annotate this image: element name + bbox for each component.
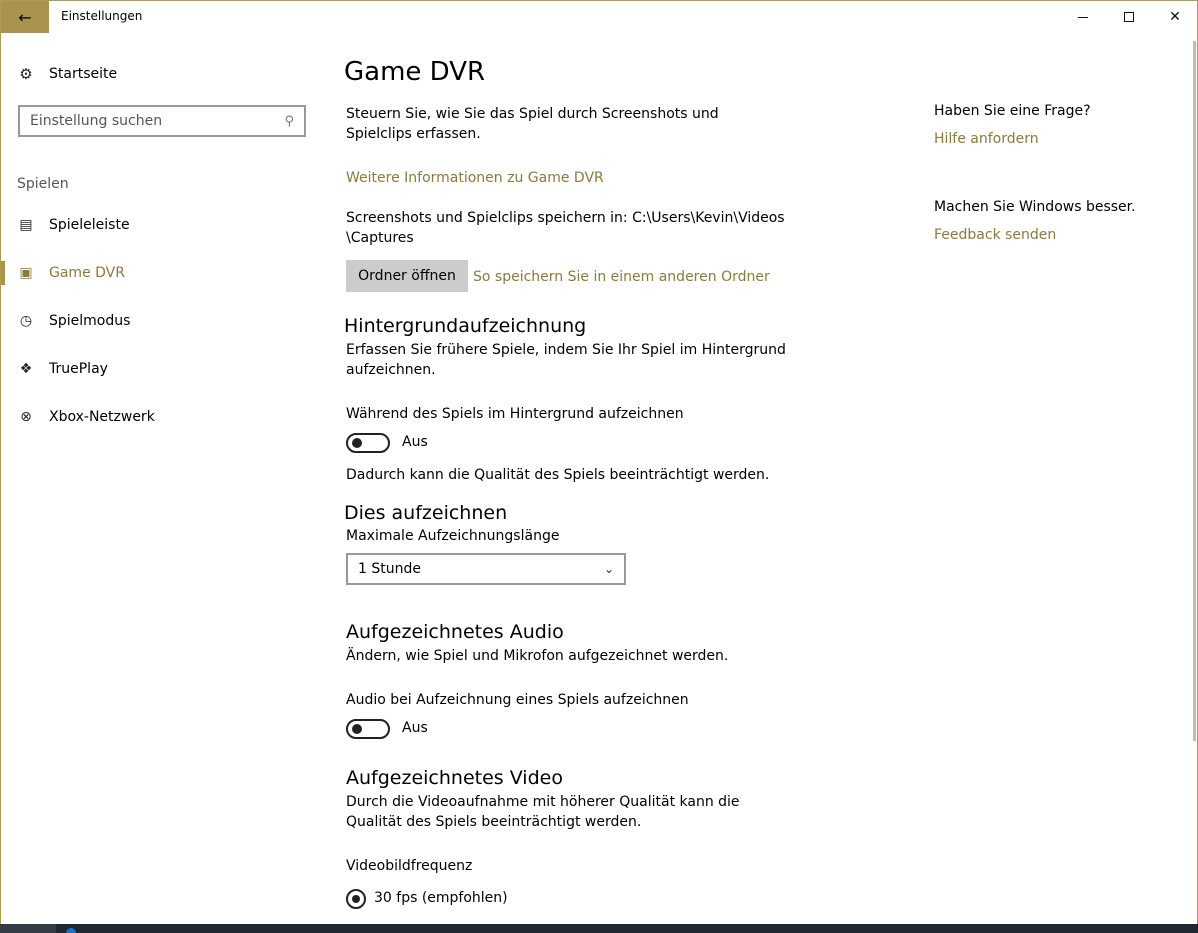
toggle-knob [352, 438, 362, 448]
sidebar-item-spielmodus[interactable]: ◷ Spielmodus [1, 301, 321, 341]
sidebar-item-label: Spieleleiste [49, 217, 130, 233]
search-input[interactable]: Einstellung suchen ⚲ [18, 105, 306, 137]
audio-record-toggle[interactable] [346, 719, 390, 739]
background-note: Dadurch kann die Qualität des Spiels bee… [346, 467, 770, 483]
trueplay-icon: ❖ [19, 361, 33, 377]
maximize-icon [1124, 12, 1134, 22]
record-this-heading: Dies aufzeichnen [344, 502, 508, 524]
toggle-knob [352, 724, 362, 734]
maximize-button[interactable] [1106, 1, 1152, 33]
taskbar [0, 924, 1198, 933]
background-heading: Hintergrundaufzeichnung [344, 315, 587, 337]
sidebar-item-label: Xbox-Netzwerk [49, 409, 155, 425]
sidebar-item-trueplay[interactable]: ❖ TruePlay [1, 349, 321, 389]
gamebar-icon: ▤ [19, 217, 33, 233]
max-length-dropdown[interactable]: 1 Stunde ⌄ [346, 553, 626, 585]
active-indicator [1, 309, 5, 333]
help-question: Haben Sie eine Frage? [934, 103, 1091, 119]
active-indicator [1, 261, 5, 285]
video-heading: Aufgezeichnetes Video [346, 767, 563, 789]
video-description: Durch die Videoaufnahme mit höherer Qual… [346, 794, 740, 830]
sidebar-item-xbox-netzwerk[interactable]: ⊗ Xbox-Netzwerk [1, 397, 321, 437]
xbox-icon: ⊗ [20, 409, 32, 425]
audio-heading: Aufgezeichnetes Audio [346, 621, 564, 643]
settings-window: ← Einstellungen ✕ ⚙ Startseite Einstellu… [0, 0, 1198, 924]
max-length-value: 1 Stunde [358, 561, 421, 577]
framerate-label: Videobildfrequenz [346, 858, 473, 874]
gear-icon: ⚙ [19, 65, 33, 83]
close-button[interactable]: ✕ [1152, 1, 1197, 33]
more-info-link[interactable]: Weitere Informationen zu Game DVR [346, 168, 786, 188]
max-length-label: Maximale Aufzeichnungslänge [346, 528, 560, 544]
active-indicator [1, 405, 5, 429]
start-button[interactable] [0, 924, 56, 933]
sidebar-item-label: Spielmodus [49, 313, 131, 329]
radio-dot [352, 895, 360, 903]
arrow-left-icon: ← [18, 7, 32, 27]
background-toggle-state: Aus [402, 434, 428, 450]
sidebar-item-label: TruePlay [49, 361, 108, 377]
back-button[interactable]: ← [1, 1, 49, 33]
audio-toggle-state: Aus [402, 720, 428, 736]
taskbar-app-icon[interactable] [66, 928, 76, 933]
sidebar-item-label: Game DVR [49, 265, 125, 281]
game-dvr-icon: ▣ [19, 265, 33, 281]
background-toggle-label: Während des Spiels im Hintergrund aufzei… [346, 406, 684, 422]
framerate-30-radio[interactable] [346, 889, 366, 909]
save-location-text: Screenshots und Spielclips speichern in:… [346, 208, 786, 248]
sidebar-item-spieleleiste[interactable]: ▤ Spieleleiste [1, 205, 321, 245]
game-mode-icon: ◷ [19, 313, 33, 329]
minimize-button[interactable] [1060, 1, 1106, 33]
other-folder-link[interactable]: So speichern Sie in einem anderen Ordner [473, 267, 793, 287]
audio-description: Ändern, wie Spiel und Mikrofon aufgezeic… [346, 648, 729, 664]
feedback-link[interactable]: Feedback senden [934, 227, 1056, 243]
page-title: Game DVR [344, 57, 486, 87]
chevron-down-icon: ⌄ [603, 562, 614, 576]
save-location-line: \Captures [346, 230, 414, 246]
background-description: Erfassen Sie frühere Spiele, indem Sie I… [346, 342, 786, 378]
framerate-30-label[interactable]: 30 fps (empfohlen) [374, 890, 508, 906]
active-indicator [1, 357, 5, 381]
active-indicator [1, 213, 5, 237]
search-placeholder: Einstellung suchen [30, 113, 163, 129]
help-link[interactable]: Hilfe anfordern [934, 131, 1039, 147]
open-folder-button[interactable]: Ordner öffnen [346, 260, 468, 292]
search-icon: ⚲ [284, 113, 294, 129]
background-record-toggle[interactable] [346, 433, 390, 453]
minimize-icon [1078, 16, 1088, 18]
improve-text: Machen Sie Windows besser. [934, 199, 1136, 215]
scrollbar-thumb[interactable] [1193, 41, 1196, 741]
window-title: Einstellungen [61, 9, 143, 23]
sidebar-home[interactable]: ⚙ Startseite [17, 63, 117, 85]
save-location-line: Screenshots und Spielclips speichern in:… [346, 210, 785, 226]
audio-toggle-label: Audio bei Aufzeichnung eines Spiels aufz… [346, 692, 689, 708]
title-bar: ← Einstellungen ✕ [1, 1, 1197, 33]
intro-text: Steuern Sie, wie Sie das Spiel durch Scr… [346, 106, 719, 142]
sidebar-section-label: Spielen [17, 176, 69, 192]
sidebar-item-game-dvr[interactable]: ▣ Game DVR [1, 253, 321, 293]
close-icon: ✕ [1169, 9, 1181, 25]
sidebar-home-label: Startseite [49, 66, 118, 82]
